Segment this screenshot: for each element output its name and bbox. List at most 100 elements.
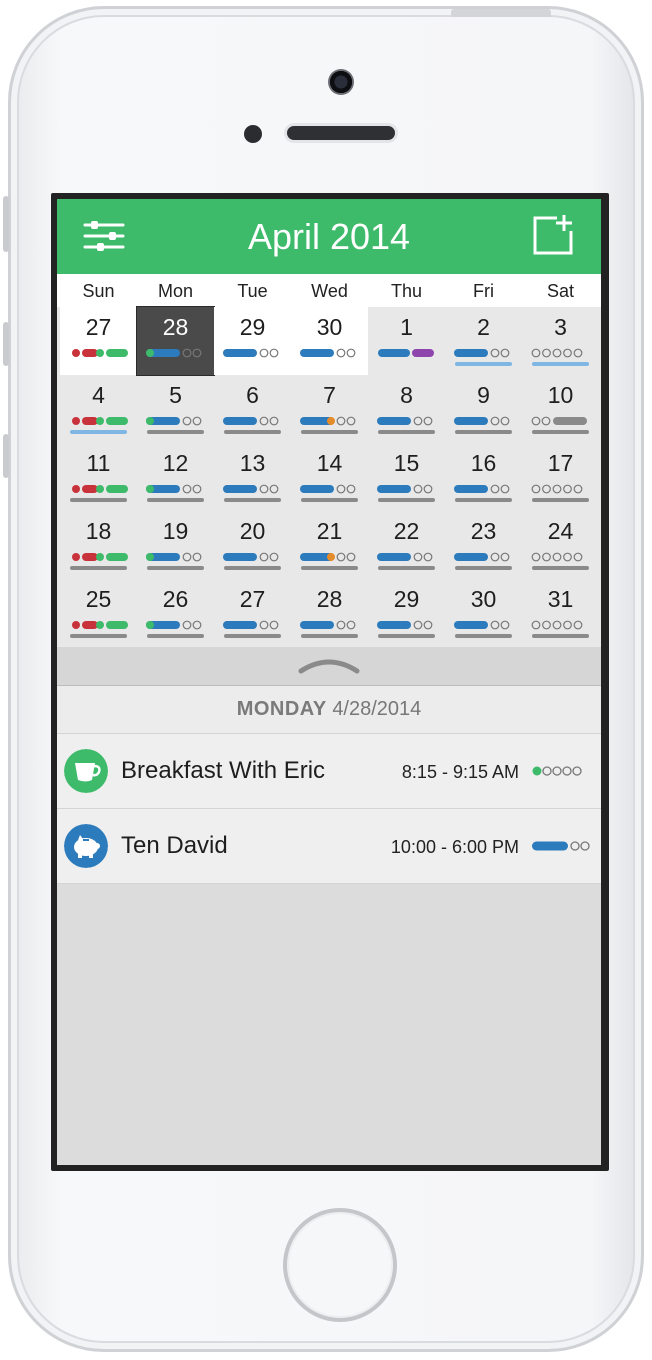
calendar-day-cell[interactable]: 17: [522, 443, 599, 511]
calendar-day-cell[interactable]: 24: [522, 511, 599, 579]
mute-switch: [3, 196, 9, 252]
day-event-indicators: [146, 348, 202, 358]
calendar-day-cell[interactable]: 22: [368, 511, 445, 579]
day-event-indicators: [223, 620, 281, 638]
weekday-label: Thu: [390, 281, 423, 301]
event-status-indicator: [532, 766, 582, 776]
day-event-indicators: [146, 416, 204, 434]
event-status-indicator: [532, 841, 590, 851]
calendar-day-cell[interactable]: 20: [214, 511, 291, 579]
calendar-day-cell[interactable]: 8: [368, 375, 445, 443]
chevron-up-icon[interactable]: [297, 655, 361, 677]
calendar-day-cell[interactable]: 12: [137, 443, 214, 511]
calendar-day-cell[interactable]: 28: [136, 306, 215, 376]
calendar-day-cell[interactable]: 27: [60, 307, 137, 375]
day-event-indicators: [70, 553, 128, 570]
day-event-indicators: [454, 484, 512, 502]
day-event-indicators: [223, 552, 281, 570]
coffee-cup-icon: [64, 749, 108, 793]
day-event-indicators: [454, 416, 512, 434]
proximity-sensor: [244, 125, 262, 143]
event-time: 8:15 - 9:15 AM: [401, 762, 519, 782]
day-event-indicators: [300, 348, 356, 358]
calendar-day-cell[interactable]: 19: [137, 511, 214, 579]
calendar-day-cell[interactable]: 23: [445, 511, 522, 579]
calendar-day-cell[interactable]: 21: [291, 511, 368, 579]
calendar-day-cell[interactable]: 29: [214, 307, 291, 375]
day-event-indicators: [454, 348, 512, 366]
volume-down-button: [3, 434, 9, 478]
day-event-indicators: [300, 620, 358, 638]
day-event-indicators: [531, 348, 589, 366]
calendar-day-cell[interactable]: 27: [214, 579, 291, 647]
calendar-day-cell[interactable]: 25: [60, 579, 137, 647]
front-camera: [328, 69, 354, 95]
weekday-label: Mon: [157, 281, 193, 301]
day-event-indicators: [377, 484, 435, 502]
calendar-day-cell[interactable]: 6: [214, 375, 291, 443]
calendar-day-cell[interactable]: 4: [60, 375, 137, 443]
day-event-indicators: [146, 552, 204, 570]
day-event-indicators: [223, 348, 279, 358]
day-event-indicators: [531, 552, 589, 570]
weekday-header: Sun Mon Tue Wed Thu Fri Sat: [57, 274, 601, 307]
calendar-day-cell[interactable]: 10: [522, 375, 599, 443]
calendar-day-cell[interactable]: 15: [368, 443, 445, 511]
day-event-indicators: [146, 484, 204, 502]
day-event-indicators: [531, 620, 589, 638]
power-button: [451, 9, 551, 17]
calendar-day-cell[interactable]: 16: [445, 443, 522, 511]
day-event-indicators: [454, 620, 512, 638]
event-time: 10:00 - 6:00 PM: [390, 837, 519, 857]
weekday-label: Sat: [546, 281, 575, 301]
app-display: April 2014 Sun Mon Tue Wed Thu Fri Sat 2…: [57, 199, 601, 1165]
day-event-indicators: [454, 552, 512, 570]
calendar-day-cell[interactable]: 3: [522, 307, 599, 375]
event-title: Breakfast With Eric: [121, 757, 326, 784]
calendar-day-cell[interactable]: 7: [291, 375, 368, 443]
calendar-day-cell[interactable]: 31: [522, 579, 599, 647]
selected-date: 4/28/2014: [332, 698, 422, 720]
day-event-indicators: [223, 416, 281, 434]
weekday-label: Wed: [311, 281, 348, 301]
calendar-day-cell[interactable]: 29: [368, 579, 445, 647]
calendar-grid: 27 28 29 30 1 2 3 4 5 6 7 8 9 10 11 12 13 14 15 16 17 18 19 20 2…: [57, 306, 601, 647]
day-event-indicators: [378, 349, 434, 357]
day-event-indicators: [531, 484, 589, 502]
calendar-day-cell[interactable]: 28: [291, 579, 368, 647]
volume-up-button: [3, 322, 9, 366]
day-event-indicators: [377, 552, 435, 570]
day-event-indicators: [70, 417, 128, 434]
day-event-indicators: [300, 552, 358, 570]
calendar-day-cell[interactable]: 2: [445, 307, 522, 375]
add-event-icon[interactable]: [531, 213, 575, 257]
day-event-indicators: [300, 484, 358, 502]
calendar-day-cell[interactable]: 18: [60, 511, 137, 579]
calendar-day-cell[interactable]: 30: [445, 579, 522, 647]
event-row[interactable]: Ten David 10:00 - 6:00 PM: [57, 809, 601, 884]
selected-day-header: MONDAY 4/28/2014: [57, 686, 601, 734]
pull-handle[interactable]: [57, 647, 601, 686]
day-event-indicators: [223, 484, 281, 502]
calendar-day-cell[interactable]: 13: [214, 443, 291, 511]
event-title: Ten David: [121, 832, 228, 859]
calendar-day-cell[interactable]: 5: [137, 375, 214, 443]
home-button[interactable]: [283, 1208, 397, 1322]
header-bar: April 2014: [57, 199, 601, 274]
calendar-day-cell[interactable]: 26: [137, 579, 214, 647]
event-row[interactable]: Breakfast With Eric 8:15 - 9:15 AM: [57, 734, 601, 809]
calendar-day-cell[interactable]: 9: [445, 375, 522, 443]
day-event-indicators: [377, 416, 435, 434]
earpiece-speaker: [287, 126, 395, 140]
calendar-day-cell[interactable]: 1: [368, 307, 445, 375]
calendar-day-cell[interactable]: 11: [60, 443, 137, 511]
day-event-indicators: [300, 416, 358, 434]
calendar-day-cell[interactable]: 14: [291, 443, 368, 511]
weekday-label: Tue: [237, 281, 268, 301]
calendar-day-cell[interactable]: 30: [291, 307, 368, 375]
day-event-indicators: [72, 349, 128, 357]
day-event-indicators: [70, 621, 128, 638]
selected-weekday: MONDAY: [236, 698, 327, 720]
day-event-indicators: [146, 620, 204, 638]
piggy-bank-icon: [64, 824, 108, 868]
